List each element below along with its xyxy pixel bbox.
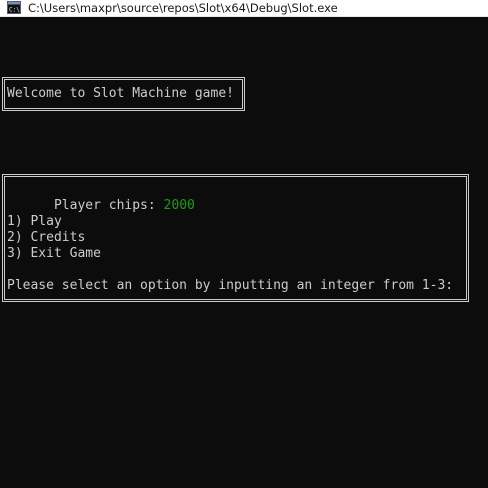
icon-glyph: C:\ bbox=[9, 7, 20, 14]
console-app-icon: C:\ bbox=[7, 1, 21, 14]
console-output[interactable]: Welcome to Slot Machine game! Player chi… bbox=[0, 17, 488, 488]
player-chips-label: Player chips: bbox=[53, 198, 164, 213]
welcome-message: Welcome to Slot Machine game! bbox=[7, 86, 234, 101]
console-window: C:\ C:\Users\maxpr\source\repos\Slot\x64… bbox=[0, 0, 488, 488]
window-title: C:\Users\maxpr\source\repos\Slot\x64\Deb… bbox=[28, 1, 338, 15]
menu-option-exit: 3) Exit Game bbox=[7, 246, 101, 261]
title-bar[interactable]: C:\ C:\Users\maxpr\source\repos\Slot\x64… bbox=[0, 0, 488, 17]
player-chips-line: Player chips: 2000 bbox=[7, 182, 195, 213]
input-prompt: Please select an option by inputting an … bbox=[7, 278, 454, 293]
menu-option-credits: 2) Credits bbox=[7, 230, 86, 245]
player-chips-value: 2000 bbox=[163, 198, 195, 213]
menu-option-play: 1) Play bbox=[7, 214, 62, 229]
